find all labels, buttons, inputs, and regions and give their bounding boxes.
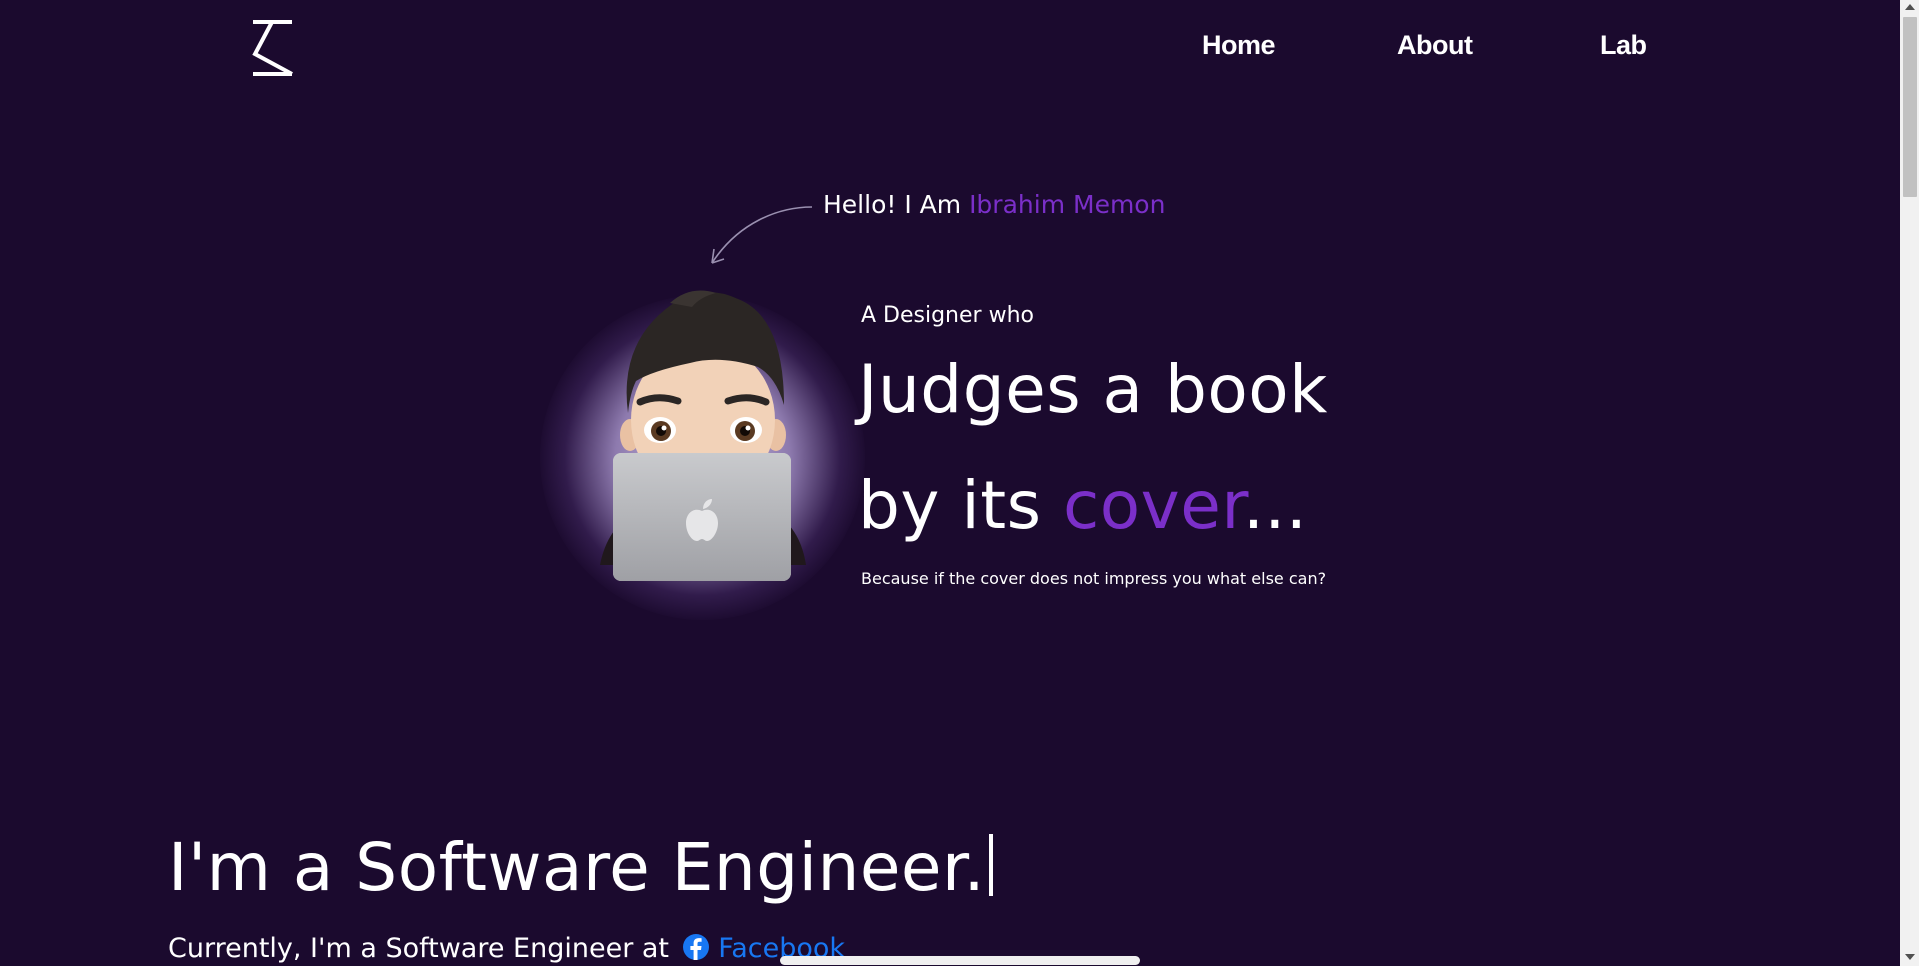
memoji-laptop-avatar bbox=[540, 285, 865, 620]
hero-greeting: Hello! I Am Ibrahim Memon bbox=[823, 190, 1165, 219]
hero-subtitle: A Designer who bbox=[861, 303, 1034, 328]
nav-lab-link[interactable]: Lab bbox=[1600, 30, 1647, 61]
curved-arrow-icon bbox=[711, 206, 813, 264]
current-role-text: Currently, I'm a Software Engineer at bbox=[168, 933, 678, 964]
facebook-icon bbox=[682, 934, 709, 960]
scroll-up-arrow-icon[interactable] bbox=[1905, 4, 1915, 10]
hero-headline-line-2: by its cover... bbox=[858, 466, 1307, 546]
page: Home About Lab Hello! I Am Ibrahim Memon bbox=[0, 0, 1919, 966]
headline-accent-word: cover bbox=[1063, 467, 1243, 544]
headline-prefix: by its bbox=[858, 467, 1064, 544]
current-role: Currently, I'm a Software Engineer at Fa… bbox=[168, 933, 845, 964]
headline-ellipsis: ... bbox=[1242, 467, 1308, 544]
intro-title: I'm a Software Engineer. bbox=[168, 823, 994, 913]
typing-caret bbox=[989, 834, 994, 896]
avatar-illustration bbox=[600, 290, 806, 581]
author-name: Ibrahim Memon bbox=[969, 190, 1166, 219]
main-nav: Home About Lab bbox=[0, 30, 1900, 70]
scroll-down-arrow-icon[interactable] bbox=[1905, 954, 1915, 960]
horizontal-scrollbar-thumb[interactable] bbox=[780, 956, 1140, 965]
hero-headline-line-1: Judges a book bbox=[858, 351, 1328, 428]
vertical-scrollbar-thumb[interactable] bbox=[1903, 17, 1917, 197]
nav-about-link[interactable]: About bbox=[1397, 30, 1473, 61]
greeting-text: Hello! I Am bbox=[823, 190, 970, 219]
hero-tagline: Because if the cover does not impress yo… bbox=[861, 569, 1327, 588]
typed-title-text: I'm a Software Engineer. bbox=[168, 829, 986, 906]
nav-home-link[interactable]: Home bbox=[1202, 30, 1276, 61]
